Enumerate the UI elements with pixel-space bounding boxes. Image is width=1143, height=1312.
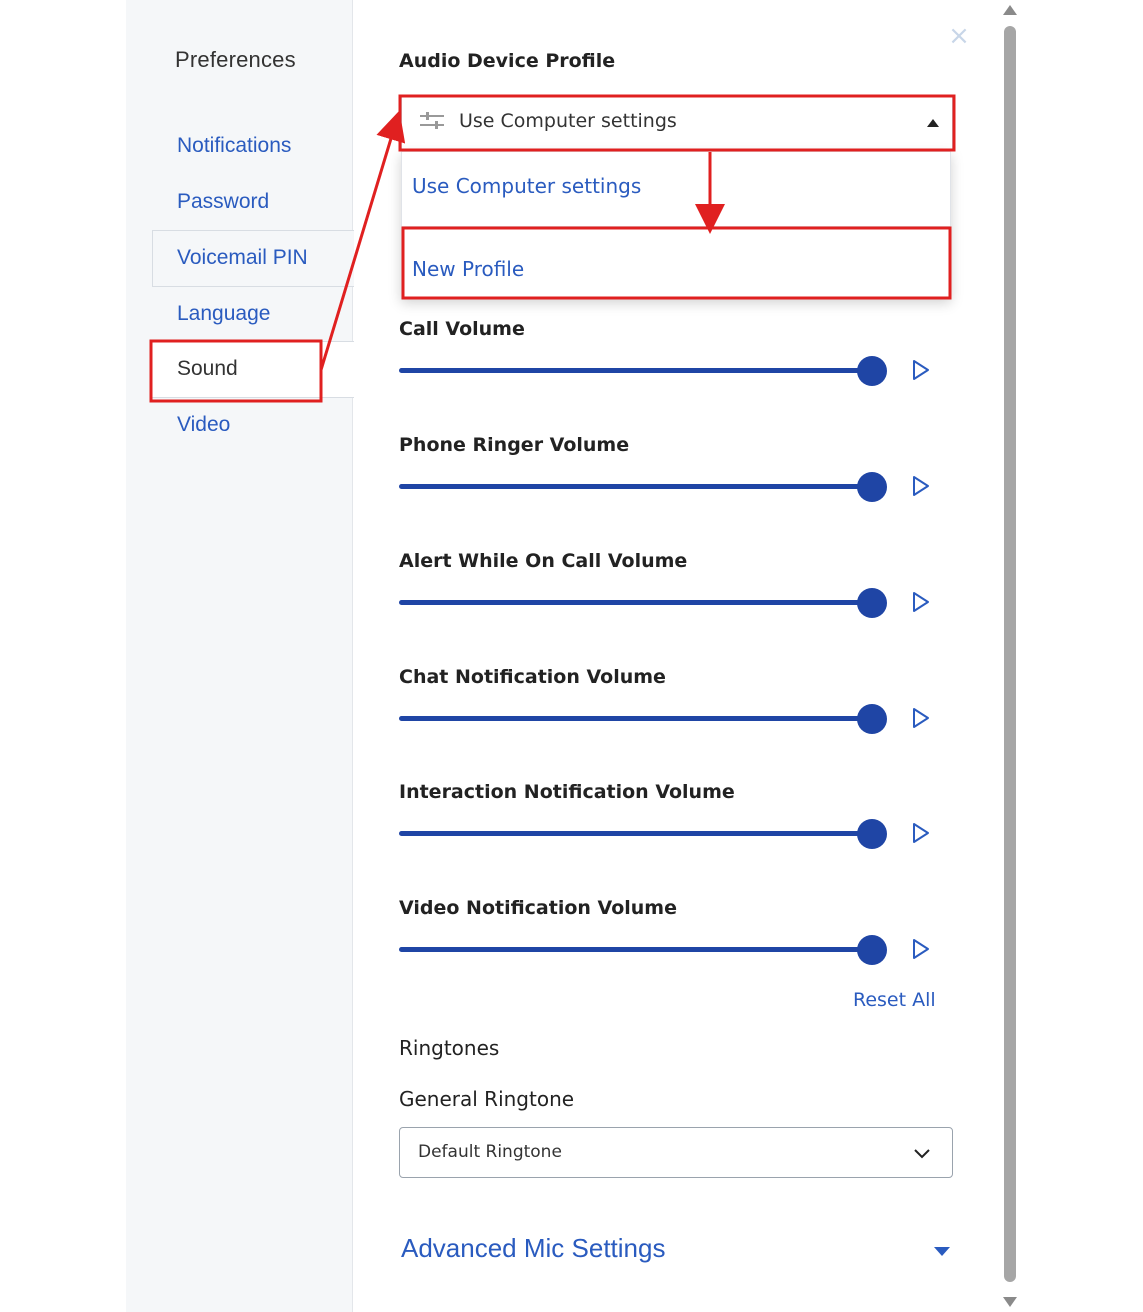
volume-label: Alert While On Call Volume bbox=[399, 550, 688, 572]
volume-label: Phone Ringer Volume bbox=[399, 434, 630, 456]
ringtones-heading: Ringtones bbox=[399, 1036, 500, 1060]
caret-down-icon[interactable] bbox=[934, 1247, 950, 1256]
volume-label: Video Notification Volume bbox=[399, 897, 677, 919]
scroll-up-arrow[interactable] bbox=[1003, 5, 1017, 15]
preferences-title: Preferences bbox=[175, 47, 296, 72]
slider-thumb[interactable] bbox=[857, 472, 887, 502]
dropdown-option-use-computer-settings[interactable]: Use Computer settings bbox=[412, 174, 641, 198]
volume-slider[interactable] bbox=[399, 935, 887, 965]
sidebar-item-notifications[interactable]: Notifications bbox=[177, 134, 291, 158]
chevron-down-icon bbox=[914, 1149, 930, 1159]
caret-up-icon bbox=[927, 119, 939, 127]
slider-track bbox=[399, 368, 872, 373]
slider-track bbox=[399, 947, 872, 952]
dropdown-option-new-profile[interactable]: New Profile bbox=[412, 257, 524, 281]
advanced-mic-settings-toggle[interactable]: Advanced Mic Settings bbox=[401, 1233, 665, 1264]
scrollbar-thumb[interactable] bbox=[1004, 26, 1016, 1282]
general-ringtone-label: General Ringtone bbox=[399, 1087, 575, 1111]
general-ringtone-select[interactable]: Default Ringtone bbox=[399, 1127, 953, 1178]
scroll-down-arrow[interactable] bbox=[1003, 1297, 1017, 1307]
slider-thumb[interactable] bbox=[857, 935, 887, 965]
play-icon[interactable] bbox=[911, 822, 931, 844]
play-icon[interactable] bbox=[911, 359, 931, 381]
play-icon[interactable] bbox=[911, 475, 931, 497]
volume-slider[interactable] bbox=[399, 588, 887, 618]
slider-track bbox=[399, 600, 872, 605]
volume-label: Call Volume bbox=[399, 318, 525, 340]
sidebar-item-language[interactable]: Language bbox=[177, 302, 270, 326]
volume-slider[interactable] bbox=[399, 704, 887, 734]
volume-slider[interactable] bbox=[399, 356, 887, 386]
reset-all-link[interactable]: Reset All bbox=[853, 989, 936, 1011]
sidebar-item-voicemail-pin[interactable]: Voicemail PIN bbox=[177, 246, 308, 270]
slider-thumb[interactable] bbox=[857, 819, 887, 849]
audio-profile-dropdown: Use Computer settings New Profile bbox=[401, 151, 951, 299]
slider-track bbox=[399, 831, 872, 836]
audio-profile-select[interactable]: Use Computer settings bbox=[401, 96, 953, 150]
sidebar-item-video[interactable]: Video bbox=[177, 413, 230, 437]
volume-slider[interactable] bbox=[399, 819, 887, 849]
slider-track bbox=[399, 716, 872, 721]
general-ringtone-value: Default Ringtone bbox=[418, 1142, 562, 1162]
slider-thumb[interactable] bbox=[857, 588, 887, 618]
sidebar-item-sound[interactable]: Sound bbox=[177, 357, 238, 381]
close-icon[interactable]: × bbox=[948, 23, 970, 49]
dropdown-divider bbox=[402, 226, 950, 227]
volume-label: Chat Notification Volume bbox=[399, 666, 666, 688]
slider-thumb[interactable] bbox=[857, 356, 887, 386]
play-icon[interactable] bbox=[911, 591, 931, 613]
slider-thumb[interactable] bbox=[857, 704, 887, 734]
volume-label: Interaction Notification Volume bbox=[399, 781, 735, 803]
play-icon[interactable] bbox=[911, 938, 931, 960]
slider-track bbox=[399, 484, 872, 489]
audio-profile-value: Use Computer settings bbox=[459, 110, 677, 132]
volume-slider[interactable] bbox=[399, 472, 887, 502]
play-icon[interactable] bbox=[911, 707, 931, 729]
sidebar-item-password[interactable]: Password bbox=[177, 190, 269, 214]
tune-icon bbox=[420, 112, 444, 129]
audio-device-profile-heading: Audio Device Profile bbox=[399, 50, 616, 72]
